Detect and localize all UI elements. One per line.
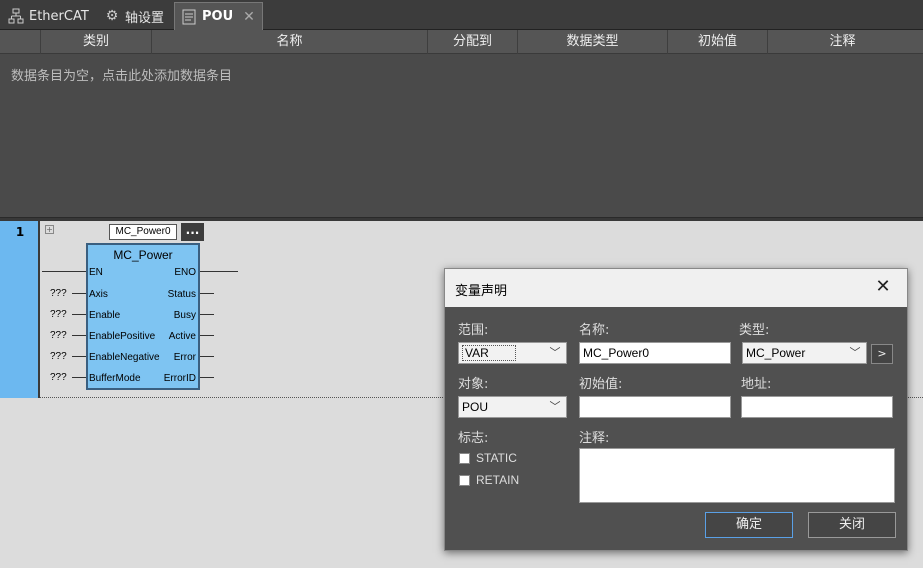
- column-comment[interactable]: 注释: [767, 30, 917, 54]
- column-name[interactable]: 名称: [151, 30, 427, 54]
- fb-output-pin[interactable]: ErrorID: [164, 373, 196, 384]
- checkbox-box[interactable]: [459, 474, 470, 486]
- document-icon: [181, 9, 197, 25]
- column-assigned-to[interactable]: 分配到: [427, 30, 517, 54]
- fb-input-pin[interactable]: Axis: [89, 289, 108, 300]
- object-select[interactable]: POU ﹀: [458, 396, 567, 418]
- close-icon[interactable]: ✕: [873, 277, 893, 297]
- fb-output-pin[interactable]: Error: [174, 352, 196, 363]
- static-checkbox[interactable]: STATIC: [459, 451, 517, 465]
- name-input[interactable]: MC_Power0: [579, 342, 731, 364]
- dialog-title-bar[interactable]: 变量声明 ✕: [445, 269, 907, 307]
- expand-icon[interactable]: +: [45, 225, 54, 234]
- scope-label: 范围:: [458, 323, 489, 338]
- input-wire: [72, 314, 86, 315]
- fb-output-pin[interactable]: Busy: [174, 310, 196, 321]
- fb-input-pin[interactable]: Enable: [89, 310, 120, 321]
- output-wire: [200, 314, 214, 315]
- type-browse-button[interactable]: >: [871, 344, 893, 364]
- output-wire: [200, 335, 214, 336]
- dialog-title: 变量声明: [455, 284, 508, 299]
- comment-textarea[interactable]: [579, 448, 895, 503]
- fb-input-pin[interactable]: EnablePositive: [89, 331, 155, 342]
- unassigned-input[interactable]: ???: [50, 330, 67, 341]
- input-wire: [72, 356, 86, 357]
- scope-value: VAR: [462, 345, 516, 361]
- tab-label: EtherCAT: [29, 8, 89, 24]
- type-value: MC_Power: [746, 346, 806, 360]
- fb-input-pin[interactable]: EnableNegative: [89, 352, 160, 363]
- instance-browse-button[interactable]: ...: [181, 223, 204, 241]
- fb-output-pin[interactable]: Status: [168, 289, 196, 300]
- fb-output-pin[interactable]: Active: [169, 331, 196, 342]
- fb-input-pin[interactable]: BufferMode: [89, 373, 141, 384]
- column-initial-value[interactable]: 初始值: [667, 30, 767, 54]
- column-category[interactable]: 类别: [40, 30, 151, 54]
- retain-checkbox[interactable]: RETAIN: [459, 473, 519, 487]
- instance-name-field[interactable]: MC_Power0: [109, 224, 177, 240]
- type-select[interactable]: MC_Power ﹀: [742, 342, 867, 364]
- input-wire: [72, 335, 86, 336]
- unassigned-input[interactable]: ???: [50, 288, 67, 299]
- close-icon[interactable]: ✕: [243, 9, 255, 25]
- output-wire: [200, 356, 214, 357]
- rung-number-bar[interactable]: 1: [0, 221, 40, 398]
- fb-output-pin[interactable]: ENO: [174, 267, 196, 278]
- variable-table: 类别 名称 分配到 数据类型 初始值 注释 数据条目为空，点击此处添加数据条目: [0, 30, 923, 218]
- column-data-type[interactable]: 数据类型: [517, 30, 667, 54]
- tab-ethercat[interactable]: EtherCAT: [2, 2, 95, 30]
- static-label: STATIC: [476, 451, 517, 465]
- comment-label: 注释:: [579, 431, 610, 446]
- fb-type-name: MC_Power: [113, 248, 173, 262]
- unassigned-input[interactable]: ???: [50, 351, 67, 362]
- output-wire: [200, 377, 214, 378]
- empty-table-message[interactable]: 数据条目为空，点击此处添加数据条目: [11, 65, 232, 84]
- gear-icon: ⚙: [105, 8, 119, 24]
- input-wire: [72, 293, 86, 294]
- tab-pou[interactable]: POU ✕: [174, 2, 263, 30]
- initial-value-input[interactable]: [579, 396, 731, 418]
- table-header: 类别 名称 分配到 数据类型 初始值 注释: [0, 30, 923, 54]
- scope-select[interactable]: VAR ﹀: [458, 342, 567, 364]
- rung-number: 1: [15, 225, 25, 239]
- tab-label: POU: [202, 9, 234, 24]
- type-label: 类型:: [739, 323, 770, 338]
- initial-value-label: 初始值:: [579, 377, 623, 392]
- name-label: 名称:: [579, 323, 610, 338]
- chevron-down-icon: ﹀: [849, 347, 861, 359]
- network-icon: [8, 8, 24, 24]
- en-wire: [42, 271, 86, 272]
- ok-button[interactable]: 确定: [705, 512, 793, 538]
- tab-label: 轴设置: [125, 10, 165, 26]
- unassigned-input[interactable]: ???: [50, 372, 67, 383]
- input-wire: [72, 377, 86, 378]
- function-block[interactable]: MC_Power EN Axis Enable EnablePositive E…: [86, 243, 200, 390]
- eno-wire: [200, 271, 238, 272]
- address-input[interactable]: [741, 396, 893, 418]
- object-value: POU: [462, 400, 489, 414]
- checkbox-box[interactable]: [459, 452, 470, 464]
- tab-bar: EtherCAT ⚙ 轴设置 POU ✕: [0, 0, 923, 30]
- address-label: 地址:: [741, 377, 772, 392]
- output-wire: [200, 293, 214, 294]
- unassigned-input[interactable]: ???: [50, 309, 67, 320]
- chevron-down-icon: ﹀: [549, 401, 561, 413]
- flags-label: 标志:: [458, 431, 489, 446]
- retain-label: RETAIN: [476, 473, 520, 487]
- object-label: 对象:: [458, 377, 489, 392]
- tab-axis-settings[interactable]: ⚙ 轴设置: [98, 2, 170, 30]
- variable-declaration-dialog: 变量声明 ✕ 范围: 名称: 类型: VAR ﹀ MC_Power0 MC_Po…: [444, 268, 908, 551]
- close-button[interactable]: 关闭: [808, 512, 896, 538]
- fb-input-pin[interactable]: EN: [89, 267, 103, 278]
- chevron-down-icon: ﹀: [549, 347, 561, 359]
